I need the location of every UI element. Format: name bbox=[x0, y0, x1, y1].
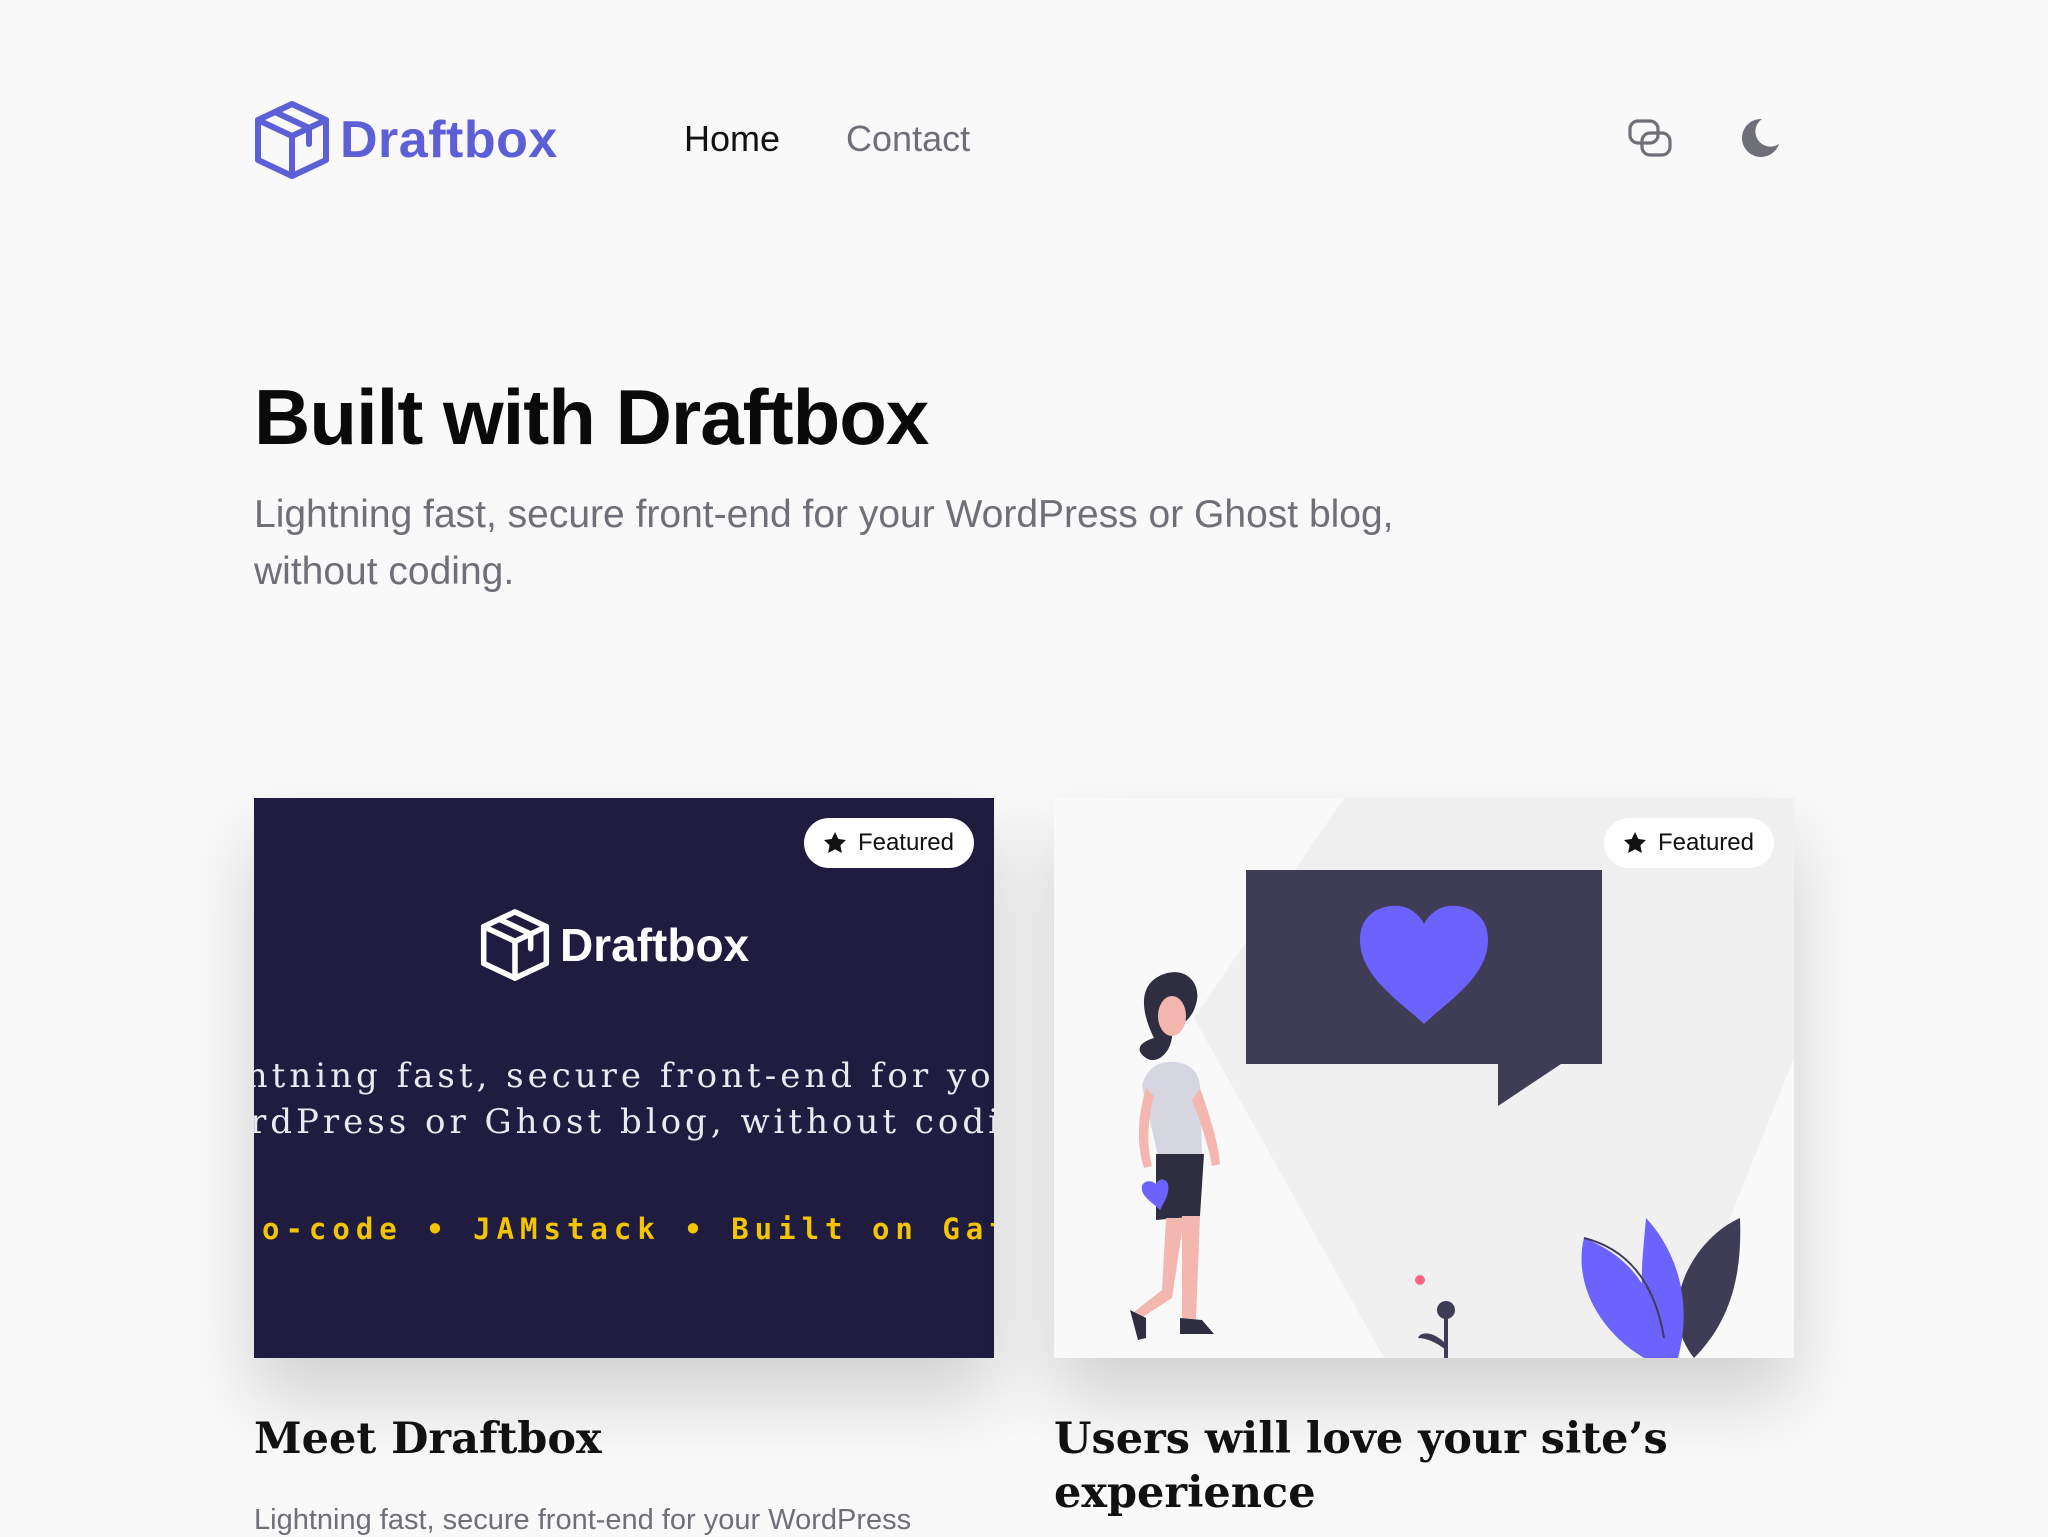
page-subtitle: Lightning fast, secure front-end for you… bbox=[254, 493, 1394, 593]
promo-tagline-line-1: ghtning fast, secure front-end for yo bbox=[254, 1056, 994, 1096]
box-logo-icon bbox=[255, 101, 329, 179]
promo-tagline-line-2: rdPress or Ghost blog, without codi bbox=[254, 1102, 994, 1142]
featured-badge-label: Featured bbox=[1657, 829, 1754, 856]
link-icon bbox=[1628, 119, 1672, 157]
featured-badge-label: Featured bbox=[857, 829, 954, 856]
moon-icon bbox=[1741, 118, 1779, 157]
star-icon bbox=[1623, 831, 1646, 853]
star-icon bbox=[823, 831, 846, 853]
post-cover-image[interactable]: Draftbox ghtning fast, secure front-end … bbox=[254, 798, 994, 1358]
dark-mode-toggle[interactable] bbox=[1736, 114, 1784, 162]
post-card[interactable]: Draftbox ghtning fast, secure front-end … bbox=[254, 798, 994, 1536]
link-icon-button[interactable] bbox=[1626, 114, 1674, 162]
post-excerpt: Lightning fast, secure front-end for you… bbox=[254, 1504, 912, 1536]
featured-badge: Featured bbox=[803, 818, 974, 868]
promo-tags: o-code • JAMstack • Built on Gatsb bbox=[262, 1212, 994, 1246]
post-title[interactable]: Users will love your site’s experience bbox=[1054, 1412, 1754, 1520]
box-logo-icon bbox=[480, 909, 550, 981]
featured-badge: Featured bbox=[1603, 818, 1774, 868]
logo-text: Draftbox bbox=[340, 111, 558, 169]
post-card[interactable]: Featured Users will love your site’s exp… bbox=[1054, 798, 1794, 1518]
post-title[interactable]: Meet Draftbox bbox=[254, 1412, 602, 1466]
post-cover-image[interactable]: Featured bbox=[1054, 798, 1794, 1358]
site-logo[interactable]: Draftbox bbox=[254, 100, 558, 180]
love-illustration bbox=[1130, 798, 1794, 1358]
page-title: Built with Draftbox bbox=[254, 373, 929, 461]
promo-logo: Draftbox bbox=[480, 908, 749, 982]
nav-home[interactable]: Home bbox=[684, 118, 780, 160]
site-header: Draftbox Home Contact bbox=[254, 96, 1794, 186]
nav-contact[interactable]: Contact bbox=[846, 118, 970, 160]
promo-logo-text: Draftbox bbox=[560, 919, 750, 971]
main-nav: Home Contact bbox=[684, 118, 970, 160]
